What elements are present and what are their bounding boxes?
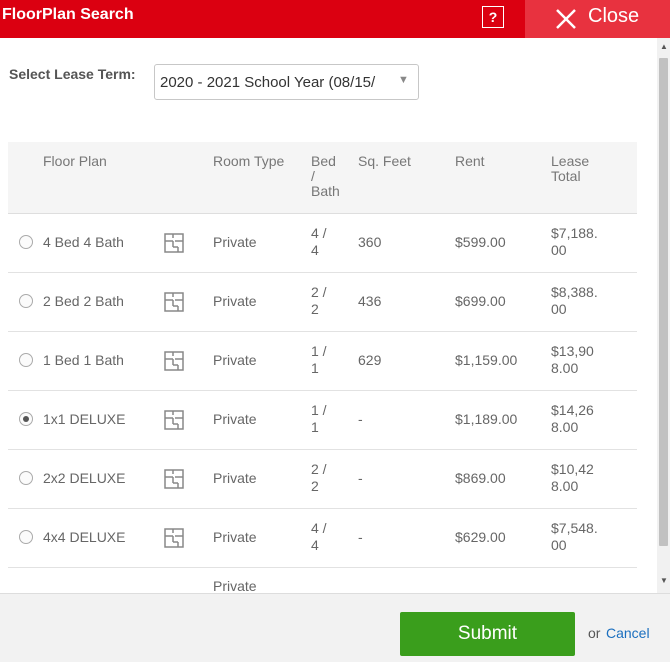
lease-total-line1: $7,548.: [551, 520, 598, 536]
bath-count: 1: [311, 360, 319, 376]
floorplan-name: 1x1 DELUXE: [43, 411, 126, 427]
floorplan-name: 2 Bed 2 Bath: [43, 293, 124, 309]
bed-count: 2 /: [311, 284, 327, 300]
col-lease-label: Lease: [551, 153, 590, 169]
lease-total-line1: $8,388.: [551, 284, 598, 300]
dialog-title: FloorPlan Search: [2, 6, 134, 23]
floorplan-radio[interactable]: [19, 235, 33, 249]
submit-button[interactable]: Submit: [400, 612, 575, 656]
bath-count: 2: [311, 301, 319, 317]
bed-count: 1 /: [311, 343, 327, 359]
lease-term-value: 2020 - 2021 School Year (08/15/: [160, 74, 376, 91]
floorplan-radio[interactable]: [19, 353, 33, 367]
bath-count: 1: [311, 419, 319, 435]
lease-total-line2: 8.00: [551, 419, 579, 435]
lease-total-line1: $13,90: [551, 343, 594, 359]
close-button[interactable]: Close: [525, 0, 670, 38]
table-row[interactable]: 4 Bed 4 Bath Private 4 / 4 360 $599.00 $…: [8, 214, 637, 273]
floorplan-radio[interactable]: [19, 412, 33, 426]
bed-count: 2 /: [311, 461, 327, 477]
floorplan-radio[interactable]: [19, 530, 33, 544]
col-bed-label: Bed: [311, 153, 336, 169]
chevron-down-icon: ▼: [398, 74, 409, 86]
col-bed-bath: Bed / Bath: [311, 154, 340, 199]
col-sq-feet: Sq. Feet: [358, 153, 411, 169]
bath-count: 4: [311, 537, 319, 553]
sq-feet: 360: [358, 234, 382, 250]
col-total-label: Total: [551, 168, 581, 184]
cancel-link[interactable]: Cancel: [606, 625, 650, 641]
sq-feet: -: [358, 411, 363, 427]
close-icon: [556, 9, 576, 29]
bed-count: 4 /: [311, 225, 327, 241]
floorplan-icon[interactable]: [164, 410, 184, 430]
rent: $1,159.00: [455, 352, 518, 368]
lease-total-line1: $7,188.: [551, 225, 598, 241]
room-type: Private: [213, 234, 257, 250]
help-button[interactable]: ?: [482, 6, 504, 28]
title-bar: FloorPlan Search ? Close: [0, 0, 670, 38]
lease-term-label: Select Lease Term:: [9, 66, 136, 82]
col-bath-label: Bath: [311, 183, 340, 199]
bed-count: 1 /: [311, 402, 327, 418]
rent: $599.00: [455, 234, 506, 250]
rent: $1,189.00: [455, 411, 518, 427]
table-row[interactable]: Private: [8, 568, 637, 593]
floorplan-name: 1 Bed 1 Bath: [43, 352, 124, 368]
floorplan-icon[interactable]: [164, 292, 184, 312]
bath-count: 4: [311, 242, 319, 258]
table-header: Floor Plan Room Type Bed / Bath Sq. Feet…: [8, 142, 637, 214]
floorplan-name: 4x4 DELUXE: [43, 529, 126, 545]
lease-total-line1: $10,42: [551, 461, 594, 477]
floorplan-name: 2x2 DELUXE: [43, 470, 126, 486]
col-lease-total: Lease Total: [551, 154, 589, 184]
table-row[interactable]: 1 Bed 1 Bath Private 1 / 1 629 $1,159.00…: [8, 332, 637, 391]
floorplan-name: 4 Bed 4 Bath: [43, 234, 124, 250]
lease-total-line2: 8.00: [551, 360, 579, 376]
table-row[interactable]: 2x2 DELUXE Private 2 / 2 - $869.00 $10,4…: [8, 450, 637, 509]
room-type: Private: [213, 293, 257, 309]
bed-count: 4 /: [311, 520, 327, 536]
or-text: or: [588, 625, 601, 641]
rent: $629.00: [455, 529, 506, 545]
rent: $699.00: [455, 293, 506, 309]
table-row[interactable]: 4x4 DELUXE Private 4 / 4 - $629.00 $7,54…: [8, 509, 637, 568]
scrollbar-thumb[interactable]: [659, 58, 668, 546]
sq-feet: -: [358, 470, 363, 486]
table-row[interactable]: 2 Bed 2 Bath Private 2 / 2 436 $699.00 $…: [8, 273, 637, 332]
close-label: Close: [588, 5, 640, 27]
table-row[interactable]: 1x1 DELUXE Private 1 / 1 - $1,189.00 $14…: [8, 391, 637, 450]
floorplan-radio[interactable]: [19, 294, 33, 308]
lease-total-line2: 00: [551, 537, 567, 553]
bath-count: 2: [311, 478, 319, 494]
room-type: Private: [213, 411, 257, 427]
lease-total-line2: 00: [551, 301, 567, 317]
sq-feet: 629: [358, 352, 382, 368]
sq-feet: -: [358, 529, 363, 545]
floorplan-icon[interactable]: [164, 469, 184, 489]
lease-total-line1: $14,26: [551, 402, 594, 418]
arrow-down-icon[interactable]: ▼: [660, 576, 668, 585]
floorplan-radio[interactable]: [19, 471, 33, 485]
col-slash-label: /: [311, 168, 315, 184]
sq-feet: 436: [358, 293, 382, 309]
floorplan-icon[interactable]: [164, 351, 184, 371]
room-type: Private: [213, 470, 257, 486]
scrollbar[interactable]: ▲ ▼: [657, 38, 670, 593]
dialog-body: Select Lease Term: 2020 - 2021 School Ye…: [0, 38, 657, 593]
col-room-type: Room Type: [213, 153, 285, 169]
floorplan-icon[interactable]: [164, 528, 184, 548]
floorplan-icon[interactable]: [164, 233, 184, 253]
room-type: Private: [213, 529, 257, 545]
lease-term-select[interactable]: 2020 - 2021 School Year (08/15/ ▼: [154, 64, 419, 100]
col-floor-plan: Floor Plan: [43, 153, 107, 169]
rent: $869.00: [455, 470, 506, 486]
lease-total-line2: 00: [551, 242, 567, 258]
dialog-footer: Submit or Cancel: [0, 593, 670, 662]
lease-total-line2: 8.00: [551, 478, 579, 494]
arrow-up-icon[interactable]: ▲: [660, 42, 668, 51]
col-rent: Rent: [455, 153, 485, 169]
room-type: Private: [213, 578, 257, 593]
room-type: Private: [213, 352, 257, 368]
